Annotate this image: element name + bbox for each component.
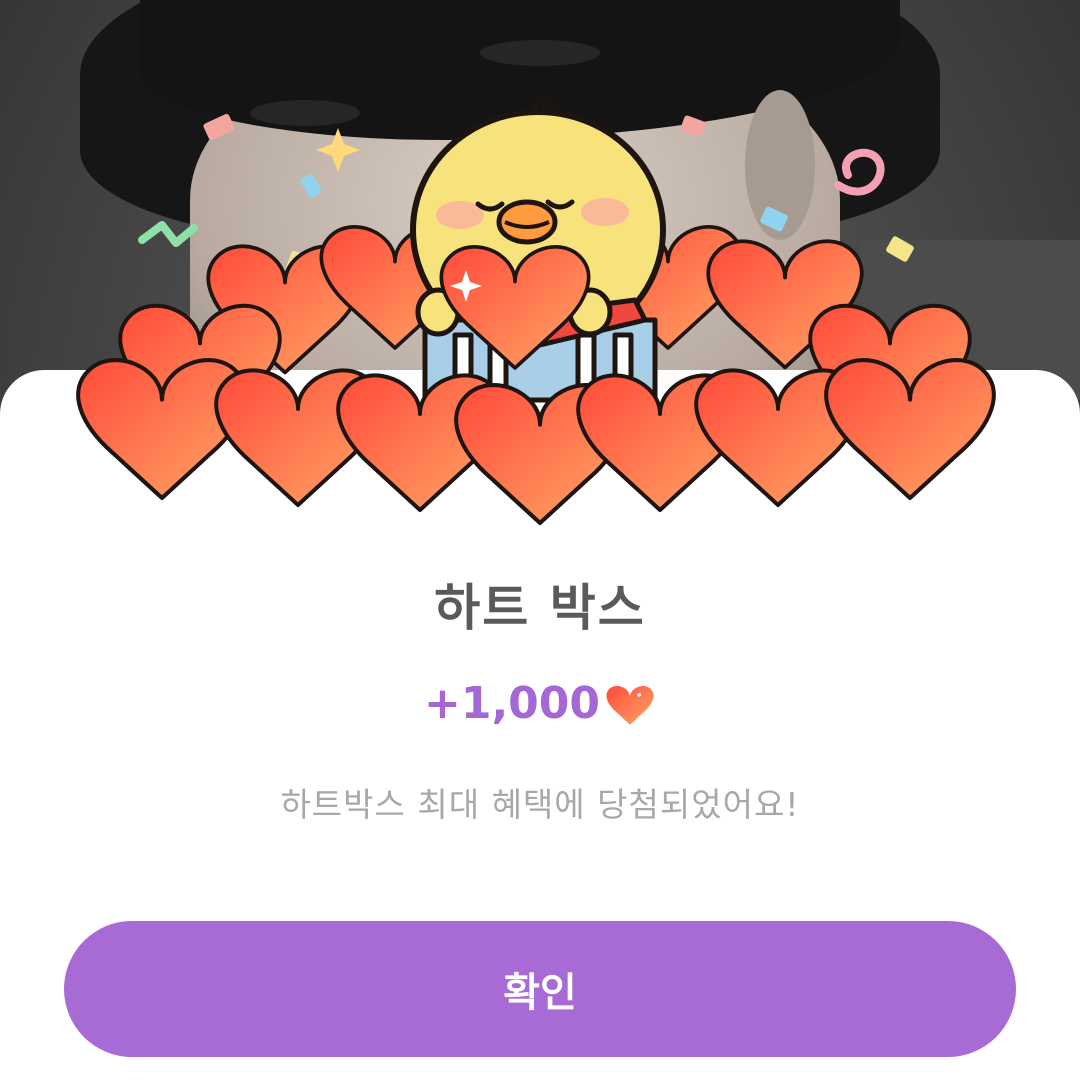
- popup-title: 하트 박스: [434, 579, 646, 637]
- heart-icon: [606, 685, 654, 725]
- reward-amount: +1,000: [423, 678, 601, 729]
- confirm-button[interactable]: 확인: [64, 921, 1016, 1057]
- reward-row: +1,000: [0, 678, 1080, 729]
- reward-message: 하트박스 최대 혜택에 당첨되었어요!: [280, 785, 800, 824]
- heart-box-illustration: [0, 97, 1080, 540]
